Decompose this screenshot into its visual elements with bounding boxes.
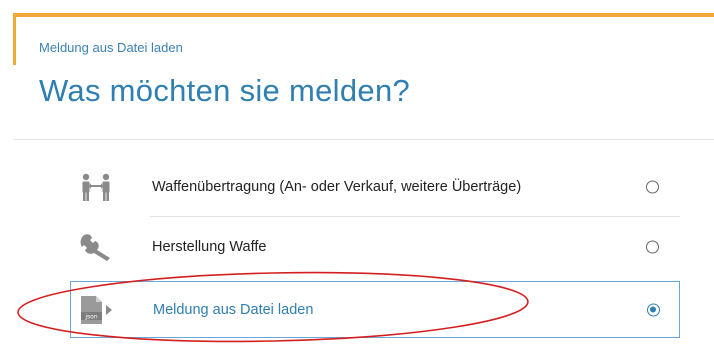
radio-weapon-manufacture[interactable] [646, 240, 659, 253]
persons-transfer-icon [77, 172, 115, 202]
option-weapon-transfer[interactable]: Waffenübertragung (An- oder Verkauf, wei… [15, 157, 680, 216]
option-label: Waffenübertragung (An- oder Verkauf, wei… [152, 178, 522, 195]
wrench-icon [77, 232, 115, 262]
header-divider [13, 139, 714, 140]
radio-weapon-transfer[interactable] [646, 180, 659, 193]
radio-load-from-file[interactable] [647, 303, 660, 316]
accent-left-bar [13, 13, 16, 65]
breadcrumb[interactable]: Meldung aus Datei laden [39, 40, 183, 55]
page: Meldung aus Datei laden Was möchten sie … [0, 0, 714, 352]
page-title: Was möchten sie melden? [39, 73, 411, 108]
option-label: Meldung aus Datei laden [153, 301, 314, 318]
option-weapon-manufacture[interactable]: Herstellung Waffe [15, 217, 680, 276]
option-load-from-file[interactable]: json Meldung aus Datei laden [70, 281, 680, 338]
accent-top-bar [13, 13, 714, 17]
option-label: Herstellung Waffe [152, 238, 267, 255]
json-file-icon: json [78, 295, 116, 325]
json-icon-text: json [84, 313, 97, 320]
